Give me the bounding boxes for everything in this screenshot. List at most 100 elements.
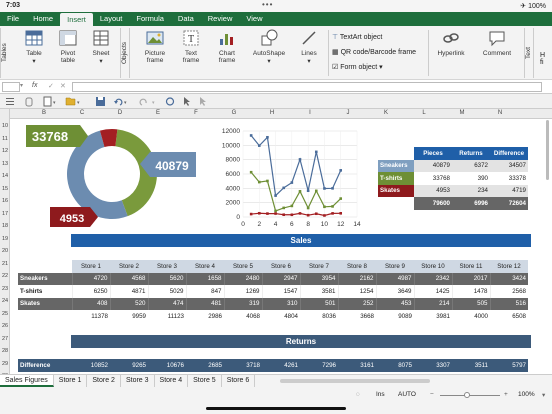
series-2-point[interactable] bbox=[314, 212, 318, 216]
series-0-point[interactable] bbox=[298, 158, 302, 161]
row-number[interactable]: 14 bbox=[0, 173, 10, 179]
series-1-point[interactable] bbox=[282, 206, 286, 210]
series-1-point[interactable] bbox=[249, 170, 253, 174]
tab-store-5[interactable]: Store 5 bbox=[188, 375, 222, 387]
home-indicator[interactable] bbox=[206, 407, 346, 410]
series-0-point[interactable] bbox=[339, 169, 343, 172]
series-0-point[interactable] bbox=[249, 134, 253, 137]
difference-cell[interactable]: 3718 bbox=[224, 359, 262, 372]
cancel-icon[interactable]: ✕ bbox=[60, 82, 66, 90]
select-pointer-icon[interactable] bbox=[184, 97, 190, 106]
donut-chart[interactable]: 33768 40879 4953 bbox=[20, 119, 210, 229]
sales-cell[interactable]: 4987 bbox=[375, 272, 414, 285]
sales-cell[interactable]: 310 bbox=[261, 297, 300, 310]
selection-icon[interactable]: ◌ bbox=[356, 391, 360, 398]
series-1-point[interactable] bbox=[298, 190, 302, 193]
row-number[interactable]: 25 bbox=[0, 311, 10, 317]
difference-cell[interactable]: 2685 bbox=[186, 359, 224, 372]
row-number[interactable]: 20 bbox=[0, 248, 10, 254]
series-2-point[interactable] bbox=[339, 212, 343, 215]
sales-total-cell[interactable]: 3668 bbox=[338, 310, 376, 323]
difference-cell[interactable]: 5797 bbox=[490, 359, 528, 372]
sales-cell[interactable]: 2342 bbox=[413, 272, 452, 285]
sales-cell[interactable]: 5620 bbox=[147, 272, 186, 285]
form-object-option[interactable]: ☑ Form object ▾ bbox=[332, 60, 416, 75]
column-letter[interactable]: H bbox=[266, 110, 278, 116]
series-0-point[interactable] bbox=[331, 187, 334, 190]
column-letter[interactable]: J bbox=[342, 110, 354, 116]
sales-cell[interactable]: 2568 bbox=[489, 285, 528, 298]
summary-cell-returns[interactable]: 6372 bbox=[452, 159, 490, 172]
redo-icon[interactable]: ▾ bbox=[139, 98, 155, 106]
series-line-1[interactable] bbox=[250, 171, 342, 212]
difference-cell[interactable]: 9265 bbox=[110, 359, 148, 372]
series-2-point[interactable] bbox=[306, 213, 310, 217]
sales-cell[interactable]: 5029 bbox=[147, 285, 186, 298]
tab-store-1[interactable]: Store 1 bbox=[54, 375, 88, 387]
series-1-point[interactable] bbox=[257, 180, 261, 184]
fx-icon[interactable]: fx bbox=[32, 82, 37, 89]
comment-button[interactable]: Comment bbox=[476, 28, 518, 57]
table-button[interactable]: Table ▾ bbox=[16, 28, 52, 65]
sales-cell[interactable]: 4720 bbox=[71, 272, 110, 285]
difference-cell[interactable]: 8075 bbox=[376, 359, 414, 372]
row-number[interactable]: 12 bbox=[0, 148, 10, 154]
row-number[interactable]: 29 bbox=[0, 361, 10, 367]
series-1-point[interactable] bbox=[339, 197, 343, 200]
summary-cell-pieces[interactable]: 33768 bbox=[414, 172, 452, 185]
text-frame-button[interactable]: T Text frame bbox=[176, 28, 206, 64]
autoshape-button[interactable]: AutoShape ▾ bbox=[248, 28, 290, 65]
series-0-point[interactable] bbox=[323, 187, 326, 190]
hyperlink-button[interactable]: Hyperlink bbox=[432, 28, 470, 57]
summary-cell-pieces[interactable]: 4953 bbox=[414, 184, 452, 197]
textart-option[interactable]: ⊤ TextArt object bbox=[332, 30, 416, 45]
sales-cell[interactable]: 453 bbox=[375, 297, 414, 310]
difference-cell[interactable]: 3161 bbox=[338, 359, 376, 372]
difference-cell[interactable]: 3307 bbox=[414, 359, 452, 372]
sales-cell[interactable]: 408 bbox=[71, 297, 110, 310]
series-1-point[interactable] bbox=[274, 209, 277, 213]
summary-cell-diff[interactable]: 33378 bbox=[490, 172, 528, 185]
sales-cell[interactable]: 516 bbox=[489, 297, 528, 310]
row-number[interactable]: 26 bbox=[0, 323, 10, 329]
row-number[interactable]: 16 bbox=[0, 198, 10, 204]
sales-total-cell[interactable]: 11378 bbox=[72, 310, 110, 323]
sales-total-cell[interactable]: 4068 bbox=[224, 310, 262, 323]
column-letter[interactable]: I bbox=[304, 110, 316, 116]
sales-total-cell[interactable]: 9959 bbox=[110, 310, 148, 323]
refresh-icon[interactable] bbox=[165, 97, 175, 106]
series-0-point[interactable] bbox=[274, 194, 277, 197]
tab-store-6[interactable]: Store 6 bbox=[222, 375, 256, 387]
undo-icon[interactable]: ▾ bbox=[114, 98, 127, 106]
sales-cell[interactable]: 1658 bbox=[185, 272, 224, 285]
chart-frame-button[interactable]: Chart frame bbox=[210, 28, 244, 64]
series-1-point[interactable] bbox=[314, 189, 318, 193]
sales-cell[interactable]: 4871 bbox=[109, 285, 148, 298]
menu-home[interactable]: Home bbox=[26, 12, 60, 26]
menu-insert[interactable]: Insert bbox=[60, 13, 93, 26]
sales-cell[interactable]: 481 bbox=[185, 297, 224, 310]
difference-cell[interactable]: 10852 bbox=[72, 359, 110, 372]
summary-total-pieces[interactable]: 79600 bbox=[414, 197, 452, 210]
column-letter[interactable]: C bbox=[76, 110, 88, 116]
difference-cell[interactable]: 7296 bbox=[300, 359, 338, 372]
sales-cell[interactable]: 214 bbox=[413, 297, 452, 310]
sales-cell[interactable]: 1254 bbox=[337, 285, 376, 298]
sales-cell[interactable]: 847 bbox=[185, 285, 224, 298]
spreadsheet-grid[interactable]: 33768 40879 4953 0 2000 4000 6000 8000 10000 1… bbox=[10, 119, 542, 374]
column-letter[interactable]: N bbox=[494, 110, 506, 116]
object-select-icon[interactable] bbox=[200, 97, 206, 106]
row-number[interactable]: 22 bbox=[0, 273, 10, 279]
summary-total-returns[interactable]: 6996 bbox=[452, 197, 490, 210]
series-1-point[interactable] bbox=[323, 205, 326, 209]
series-0-point[interactable] bbox=[282, 186, 286, 190]
summary-cell-diff[interactable]: 34507 bbox=[490, 159, 528, 172]
qr-barcode-option[interactable]: ▦ QR code/Barcode frame bbox=[332, 45, 416, 60]
column-letter[interactable]: F bbox=[190, 110, 202, 116]
sales-cell[interactable]: 6250 bbox=[71, 285, 110, 298]
row-number[interactable]: 19 bbox=[0, 236, 10, 242]
summary-total-diff[interactable]: 72604 bbox=[490, 197, 528, 210]
menu-review[interactable]: Review bbox=[201, 12, 240, 26]
insert-mode[interactable]: Ins bbox=[376, 391, 385, 398]
confirm-icon[interactable]: ✓ bbox=[48, 82, 54, 90]
